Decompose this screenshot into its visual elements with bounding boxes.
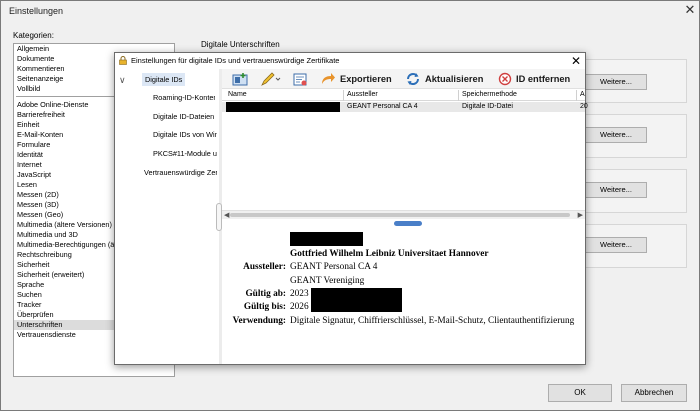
dialog-content: Exportieren Aktualisieren ID entfernen N… — [222, 69, 588, 364]
column-divider[interactable] — [343, 90, 344, 101]
tree-item-windows-ids[interactable]: Digitale IDs von Windows — [153, 130, 217, 139]
valid-from-label: Gültig ab: — [245, 289, 286, 299]
refresh-label: Aktualisieren — [425, 74, 484, 84]
digital-signatures-title: Digitale Unterschriften — [201, 40, 280, 49]
issuer-org-value: GEANT Vereniging — [290, 276, 365, 286]
valid-to-value: 2026 — [290, 302, 309, 312]
issuer-label: Aussteller: — [243, 262, 286, 272]
valid-to-label: Gültig bis: — [243, 302, 286, 312]
horizontal-splitter-grip[interactable] — [394, 221, 422, 226]
window-title: Einstellungen — [9, 6, 64, 16]
certificate-icon — [293, 73, 307, 85]
more-button[interactable]: Weitere... — [585, 182, 647, 198]
more-button[interactable]: Weitere... — [585, 127, 647, 143]
export-label: Exportieren — [340, 74, 392, 84]
certificate-subject: Gottfried Wilhelm Leibniz Universitaet H… — [290, 249, 489, 259]
cell-storage: Digitale ID-Datei — [462, 103, 513, 110]
tree-item-id-files[interactable]: Digitale ID-Dateien — [153, 112, 215, 121]
redacted-subject — [290, 232, 363, 246]
scroll-thumb[interactable] — [230, 213, 570, 217]
column-divider[interactable] — [576, 90, 577, 101]
scroll-left-icon[interactable]: ◀ — [224, 211, 229, 219]
dialog-close-button[interactable]: ✕ — [569, 53, 583, 69]
redacted-name — [226, 102, 340, 112]
categories-label: Kategorien: — [13, 31, 54, 40]
window-close-button[interactable]: ✕ — [682, 2, 698, 18]
cancel-button[interactable]: Abbrechen — [621, 384, 687, 402]
redacted-valid-to — [311, 300, 402, 312]
table-header: Name Aussteller Speichermethode A — [222, 90, 585, 101]
lock-icon — [119, 56, 127, 65]
refresh-button[interactable]: Aktualisieren — [405, 71, 483, 87]
column-header-storage[interactable]: Speichermethode — [462, 91, 517, 98]
remove-label: ID entfernen — [516, 74, 571, 84]
dialog-titlebar: Einstellungen für digitale IDs und vertr… — [115, 53, 585, 69]
export-button[interactable]: Exportieren — [320, 71, 392, 87]
tree-item-digital-ids[interactable]: Digitale IDs — [142, 73, 186, 86]
toolbar: Exportieren Aktualisieren ID entfernen — [222, 69, 585, 89]
redacted-valid-from — [311, 288, 402, 300]
usage-value: Digitale Signatur, Chiffrierschlüssel, E… — [290, 316, 575, 326]
more-button[interactable]: Weitere... — [585, 237, 647, 253]
settings-tree: ∨ Digitale IDs Roaming-ID-Konten Digital… — [115, 69, 219, 364]
chevron-down-icon[interactable]: ∨ — [119, 75, 126, 86]
tree-item-trusted-certs[interactable]: Vertrauenswürdige Zertifikate — [144, 168, 217, 177]
usage-label: Verwendung: — [232, 316, 286, 326]
horizontal-scrollbar[interactable]: ◀ ▶ — [222, 210, 585, 219]
table-row[interactable]: GEANT Personal CA 4 Digitale ID-Datei 20 — [222, 102, 588, 112]
column-header-extra[interactable]: A — [580, 91, 585, 98]
digital-ids-table: Name Aussteller Speichermethode A GEANT … — [222, 90, 588, 172]
digital-ids-dialog: Einstellungen für digitale IDs und vertr… — [114, 52, 588, 365]
cell-issuer: GEANT Personal CA 4 — [347, 103, 418, 110]
export-arrow-icon — [322, 73, 335, 84]
add-id-button[interactable] — [232, 71, 253, 87]
scroll-right-icon[interactable]: ▶ — [578, 211, 583, 219]
pen-icon — [261, 71, 281, 86]
remove-icon — [498, 72, 512, 86]
dialog-title: Einstellungen für digitale IDs und vertr… — [131, 56, 340, 65]
certificate-details-button[interactable] — [292, 71, 313, 87]
column-header-name[interactable]: Name — [228, 91, 247, 98]
valid-from-value: 2023 — [290, 289, 309, 299]
preferences-window: Einstellungen ✕ Kategorien: Allgemein Dok… — [0, 0, 700, 411]
add-id-icon — [232, 72, 248, 85]
cell-extra: 20 — [580, 103, 588, 110]
ok-button[interactable]: OK — [548, 384, 612, 402]
remove-id-button[interactable]: ID entfernen — [498, 71, 570, 87]
refresh-icon — [407, 73, 419, 85]
tree-item-pkcs11[interactable]: PKCS#11-Module und Token — [153, 149, 217, 158]
column-header-issuer[interactable]: Aussteller — [347, 91, 378, 98]
edit-id-button[interactable] — [260, 71, 286, 87]
tree-item-roaming-id[interactable]: Roaming-ID-Konten — [153, 93, 215, 102]
issuer-value: GEANT Personal CA 4 — [290, 262, 378, 272]
column-divider[interactable] — [458, 90, 459, 101]
more-button[interactable]: Weitere... — [585, 74, 647, 90]
